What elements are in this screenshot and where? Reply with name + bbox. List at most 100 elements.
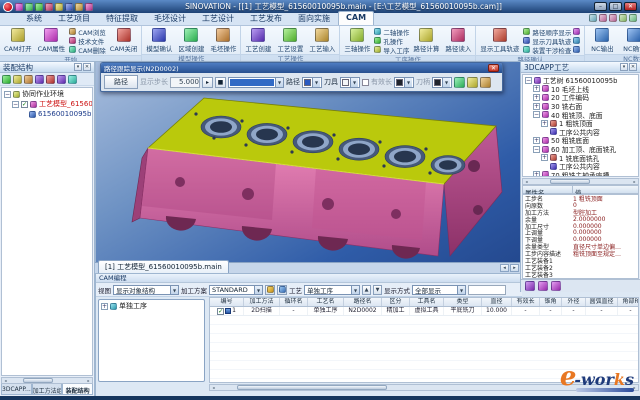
expander-icon[interactable]: − bbox=[533, 146, 540, 153]
ribbon-button[interactable]: CAM删除 bbox=[69, 45, 106, 54]
ribbon-button[interactable]: NC输出 bbox=[587, 27, 617, 53]
expander-icon[interactable]: + bbox=[533, 137, 540, 144]
dot-icon[interactable] bbox=[85, 3, 93, 11]
stop-icon[interactable]: ■ bbox=[215, 77, 226, 88]
viewport-tab[interactable]: [1] 工艺模型_61560010095b.main bbox=[98, 260, 229, 273]
3d-viewport[interactable] bbox=[95, 62, 520, 262]
help-icon[interactable] bbox=[609, 14, 617, 22]
menu-item-6[interactable]: 面向实施 bbox=[290, 11, 338, 25]
tab-scroll-left-icon[interactable]: ◂ bbox=[500, 264, 509, 272]
column-header[interactable]: 角部R bbox=[618, 298, 639, 306]
ribbon-button[interactable]: 区域创建 bbox=[176, 27, 206, 53]
pencil-icon[interactable] bbox=[57, 75, 66, 84]
pin-icon[interactable] bbox=[629, 14, 637, 22]
column-header[interactable]: 直径 bbox=[482, 298, 512, 306]
trace-mode-select[interactable]: ▼ bbox=[228, 77, 284, 88]
palette-icon[interactable] bbox=[68, 75, 77, 84]
ribbon-button[interactable]: CAM关闭 bbox=[108, 27, 140, 53]
section-icon[interactable] bbox=[467, 77, 478, 88]
export-icon[interactable] bbox=[24, 75, 33, 84]
dialog-title-bar[interactable]: 路径跟踪显示(N2D0002) ✕ bbox=[101, 63, 502, 73]
settings-dropdown-icon[interactable] bbox=[599, 14, 607, 22]
column-header[interactable]: 编号 bbox=[210, 298, 244, 306]
expander-icon[interactable]: − bbox=[533, 111, 540, 118]
ribbon-button[interactable]: 毛坯操作 bbox=[208, 27, 238, 53]
play-icon[interactable]: ▸ bbox=[202, 77, 213, 88]
expander-icon[interactable]: + bbox=[533, 94, 540, 101]
column-header[interactable]: 类型 bbox=[444, 298, 482, 306]
tool-color-select[interactable]: ▼ bbox=[340, 77, 360, 88]
column-header[interactable]: 外径 bbox=[562, 298, 586, 306]
menu-item-5[interactable]: 工艺发布 bbox=[242, 11, 290, 25]
plan-select[interactable]: STANDARD▼ bbox=[209, 285, 263, 295]
ribbon-button[interactable] bbox=[573, 45, 582, 54]
save-icon[interactable] bbox=[35, 3, 43, 11]
column-header[interactable]: 加工方法 bbox=[244, 298, 280, 306]
column-header[interactable]: 工艺名 bbox=[308, 298, 344, 306]
expander-icon[interactable]: + bbox=[533, 85, 540, 92]
menu-item-4[interactable]: 工艺设计 bbox=[194, 11, 242, 25]
view-select[interactable]: 显示对象结构▼ bbox=[113, 285, 179, 295]
ribbon-button[interactable]: 装置干涉检查 bbox=[523, 45, 571, 54]
copy-icon[interactable] bbox=[277, 285, 287, 295]
display-mode-select[interactable]: 全部显示▼ bbox=[412, 285, 466, 295]
expander-icon[interactable]: + bbox=[101, 303, 108, 310]
ribbon-button[interactable] bbox=[573, 27, 582, 36]
row-checkbox-icon[interactable]: ✓ bbox=[217, 308, 224, 315]
import-icon[interactable] bbox=[13, 75, 22, 84]
column-header[interactable]: 有效长 bbox=[512, 298, 540, 306]
ribbon-button[interactable]: 路径读入 bbox=[443, 27, 473, 53]
left-panel-tab-0[interactable]: 3DCAPP... bbox=[1, 384, 32, 395]
table-row[interactable]: ✓12D扫描-单独工序N2D0002精加工虚拟工具平底铣刀10.000-----… bbox=[210, 307, 638, 316]
filter-input[interactable] bbox=[468, 285, 506, 295]
new-file-icon[interactable] bbox=[15, 3, 23, 11]
left-panel-tab-2[interactable]: 装配结构 bbox=[62, 384, 93, 395]
ribbon-button[interactable]: 模型确认 bbox=[144, 27, 174, 53]
column-header[interactable]: 锥角 bbox=[540, 298, 562, 306]
expander-icon[interactable]: + bbox=[533, 103, 540, 110]
up-arrow-icon[interactable] bbox=[480, 77, 491, 88]
menu-item-3[interactable]: 毛坯设计 bbox=[146, 11, 194, 25]
tree-item[interactable]: −✓工艺模型_61560010095b bbox=[2, 99, 92, 109]
assembly-hscrollbar[interactable]: ◂▸ bbox=[1, 377, 93, 384]
verify-icon[interactable] bbox=[454, 77, 465, 88]
left-panel-tab-1[interactable]: 加工方法组 bbox=[32, 384, 63, 395]
ribbon-button[interactable]: 三轴操作 bbox=[342, 27, 372, 53]
tree-item[interactable]: +70 粗铣主轴承座槽 bbox=[523, 171, 638, 177]
expander-icon[interactable]: + bbox=[541, 154, 548, 161]
move-down-icon[interactable]: ▼ bbox=[373, 285, 382, 295]
effective-length-checkbox[interactable] bbox=[362, 79, 369, 86]
redo-icon[interactable] bbox=[55, 3, 63, 11]
expander-icon[interactable]: − bbox=[12, 101, 19, 108]
column-header[interactable]: 工具名 bbox=[410, 298, 444, 306]
panel-pin-icon[interactable]: ▾ bbox=[74, 63, 82, 71]
menu-item-2[interactable]: 特征提取 bbox=[98, 11, 146, 25]
ribbon-button[interactable]: 工艺设置 bbox=[275, 27, 305, 53]
view-icon[interactable] bbox=[589, 14, 597, 22]
dialog-close-icon[interactable]: ✕ bbox=[488, 64, 499, 72]
pin-up-icon[interactable] bbox=[551, 281, 561, 291]
minimize-button[interactable]: – bbox=[594, 2, 607, 11]
column-header[interactable]: 循环名 bbox=[280, 298, 308, 306]
menu-item-1[interactable]: 工艺项目 bbox=[50, 11, 98, 25]
expander-icon[interactable]: − bbox=[525, 77, 532, 84]
eraser-icon[interactable] bbox=[46, 75, 55, 84]
menu-item-0[interactable]: 系统 bbox=[18, 11, 50, 25]
effective-color-select[interactable]: ▼ bbox=[394, 77, 414, 88]
ribbon-button[interactable]: 导入工序 bbox=[374, 45, 409, 54]
process-tree-hscrollbar[interactable]: ◂▸ bbox=[522, 178, 639, 185]
close-button[interactable]: ✕ bbox=[624, 2, 637, 11]
ribbon-button[interactable]: 工艺创建 bbox=[243, 27, 273, 53]
highlight-icon[interactable] bbox=[75, 3, 83, 11]
ribbon-button[interactable] bbox=[573, 36, 582, 45]
maximize-button[interactable]: □ bbox=[609, 2, 622, 11]
column-header[interactable]: 区分 bbox=[382, 298, 410, 306]
ribbon-button[interactable]: CAM属性 bbox=[36, 27, 68, 53]
menu-item-7[interactable]: CAM bbox=[338, 11, 374, 25]
path-color-select[interactable]: ▼ bbox=[302, 77, 322, 88]
panel-close-icon[interactable]: ✕ bbox=[83, 63, 91, 71]
minimize-ribbon-icon[interactable] bbox=[619, 14, 627, 22]
panel-close-icon[interactable]: ✕ bbox=[629, 63, 637, 71]
edit-icon[interactable] bbox=[265, 285, 275, 295]
move-up-icon[interactable]: ▲ bbox=[362, 285, 371, 295]
